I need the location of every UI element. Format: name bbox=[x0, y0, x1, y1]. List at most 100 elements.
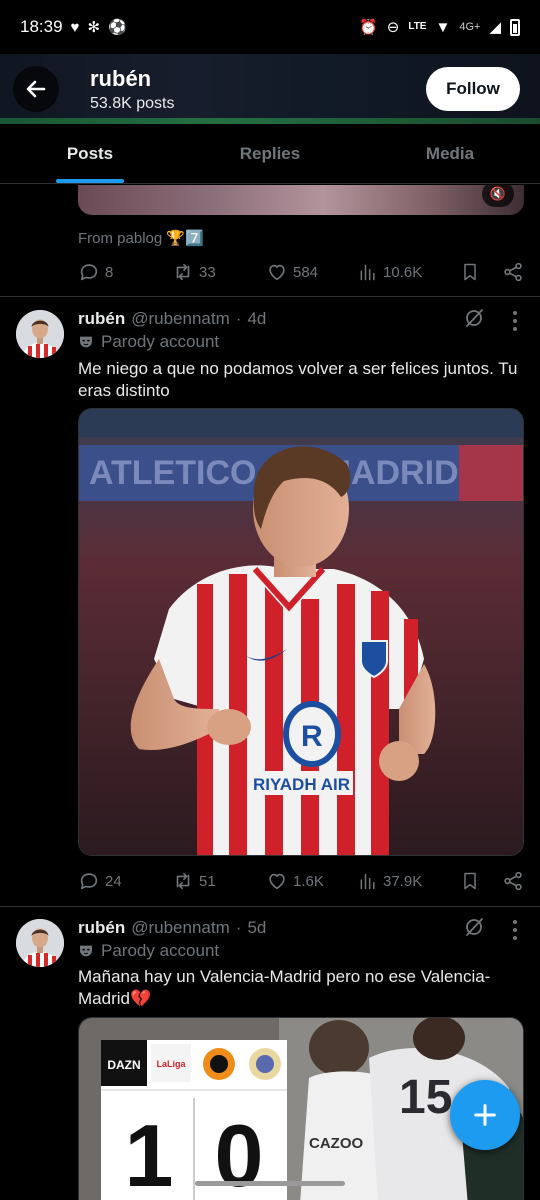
more-options-icon[interactable] bbox=[512, 920, 518, 940]
post-header: rubén @rubennatm · 4d bbox=[78, 309, 266, 329]
share-icon bbox=[504, 262, 522, 282]
home-score: 1 bbox=[125, 1106, 174, 1200]
posts-count: 53.8K posts bbox=[90, 95, 175, 112]
repost-count: 51 bbox=[199, 872, 216, 890]
repost-icon bbox=[176, 263, 190, 281]
avatar[interactable] bbox=[16, 310, 64, 358]
avatar[interactable] bbox=[16, 919, 64, 967]
views-button[interactable]: 37.9K bbox=[358, 871, 460, 891]
post-image[interactable]: ATLETICO DE MADRID R RIYADH AIR bbox=[78, 408, 524, 856]
follow-button[interactable]: Follow bbox=[426, 67, 520, 111]
wifi-icon: ▼ bbox=[435, 18, 451, 36]
reply-count: 24 bbox=[105, 872, 122, 890]
profile-name: rubén bbox=[90, 66, 152, 91]
signal-icon: ◢ bbox=[489, 18, 501, 36]
like-count: 584 bbox=[293, 263, 319, 281]
like-count: 1.6K bbox=[293, 872, 324, 890]
like-button[interactable]: 1.6K bbox=[266, 870, 358, 892]
alarm-icon: ⏰ bbox=[359, 18, 378, 36]
dazn-logo: DAZN bbox=[107, 1058, 140, 1072]
svg-text:R: R bbox=[301, 720, 323, 753]
post-time[interactable]: 5d bbox=[247, 918, 266, 938]
heart-outline-icon bbox=[269, 873, 285, 890]
pinwheel-icon: ✻ bbox=[87, 18, 101, 36]
share-icon bbox=[504, 871, 522, 891]
do-not-disturb-icon: ⊖ bbox=[386, 18, 400, 36]
reply-icon bbox=[80, 264, 98, 281]
plus-icon bbox=[474, 1104, 496, 1126]
share-button[interactable] bbox=[494, 870, 524, 892]
bookmark-icon bbox=[464, 872, 476, 890]
grok-icon[interactable] bbox=[462, 306, 486, 330]
heart-icon: ♥ bbox=[70, 18, 80, 36]
dot-separator: · bbox=[235, 918, 242, 937]
reply-button[interactable]: 24 bbox=[78, 870, 172, 892]
repost-icon bbox=[176, 872, 190, 890]
grok-icon[interactable] bbox=[462, 915, 486, 939]
gesture-home-bar[interactable] bbox=[195, 1181, 345, 1186]
reply-count: 8 bbox=[105, 263, 114, 281]
repost-button[interactable]: 33 bbox=[172, 261, 266, 283]
more-options-icon[interactable] bbox=[512, 311, 518, 331]
post-text[interactable]: Me niego a que no podamos volver a ser f… bbox=[78, 358, 524, 402]
analytics-icon bbox=[360, 264, 375, 281]
analytics-icon bbox=[360, 873, 375, 890]
parody-label: Parody account bbox=[101, 332, 220, 351]
shirt-number: 15 bbox=[399, 1071, 452, 1124]
like-button[interactable]: 584 bbox=[266, 261, 358, 283]
parody-badge: Parody account bbox=[78, 332, 219, 352]
tab-media[interactable]: Media bbox=[360, 124, 540, 183]
laliga-logo: LaLiga bbox=[156, 1059, 186, 1069]
network-type: 4G+ bbox=[459, 21, 481, 33]
video-thumbnail[interactable]: 🔇 bbox=[78, 185, 524, 215]
reply-button[interactable]: 8 bbox=[78, 261, 172, 283]
profile-header: rubén 53.8K posts Follow bbox=[0, 54, 540, 124]
tab-label: Media bbox=[425, 143, 475, 163]
mask-icon bbox=[80, 945, 92, 957]
parody-label: Parody account bbox=[101, 941, 220, 960]
tab-label: Replies bbox=[239, 143, 301, 163]
source-attribution[interactable]: From pablog 🏆7️⃣ bbox=[78, 229, 204, 247]
mask-icon bbox=[80, 336, 92, 348]
arrow-left-icon bbox=[26, 80, 46, 98]
post-header: rubén @rubennatm · 5d bbox=[78, 918, 266, 938]
soccer-ball-icon: ⚽ bbox=[108, 18, 127, 36]
timeline[interactable]: 🔇 From pablog 🏆7️⃣ 8 33 584 10.6K rubén … bbox=[0, 185, 540, 1200]
author-name[interactable]: rubén bbox=[78, 918, 125, 938]
repost-button[interactable]: 51 bbox=[172, 870, 266, 892]
back-button[interactable] bbox=[13, 66, 59, 112]
tab-posts[interactable]: Posts bbox=[0, 124, 180, 183]
post-time[interactable]: 4d bbox=[247, 309, 266, 329]
author-handle[interactable]: @rubennatm bbox=[131, 918, 230, 938]
profile-tabs: Posts Replies Media bbox=[0, 124, 540, 184]
parody-badge: Parody account bbox=[78, 941, 219, 961]
author-name[interactable]: rubén bbox=[78, 309, 125, 329]
reply-icon bbox=[80, 873, 98, 890]
post-actions: 24 51 1.6K 37.9K bbox=[78, 868, 524, 894]
heart-outline-icon bbox=[269, 264, 285, 281]
views-button[interactable]: 10.6K bbox=[358, 262, 460, 282]
view-count: 37.9K bbox=[383, 872, 423, 890]
sponsor-text: RIYADH AIR bbox=[253, 775, 350, 794]
share-button[interactable] bbox=[494, 261, 524, 283]
status-bar: 18:39 ♥ ✻ ⚽ ⏰ ⊖ LTE ▼ 4G+ ◢ bbox=[0, 0, 540, 54]
compose-post-button[interactable] bbox=[450, 1080, 520, 1150]
author-handle[interactable]: @rubennatm bbox=[131, 309, 230, 329]
bookmark-button[interactable] bbox=[460, 261, 494, 283]
tab-replies[interactable]: Replies bbox=[180, 124, 360, 183]
repost-count: 33 bbox=[199, 263, 216, 281]
post-divider bbox=[0, 296, 540, 297]
mute-icon[interactable]: 🔇 bbox=[482, 185, 514, 207]
bookmark-icon bbox=[464, 263, 476, 281]
tab-label: Posts bbox=[66, 143, 114, 163]
post-text[interactable]: Mañana hay un Valencia-Madrid pero no es… bbox=[78, 966, 524, 1010]
shirt-sponsor: CAZOO bbox=[309, 1135, 363, 1152]
bookmark-button[interactable] bbox=[460, 870, 494, 892]
status-time: 18:39 bbox=[20, 17, 63, 36]
post-divider bbox=[0, 906, 540, 907]
volte-icon: LTE bbox=[408, 21, 427, 32]
dot-separator: · bbox=[235, 309, 242, 328]
battery-icon bbox=[510, 18, 520, 36]
post-actions: 8 33 584 10.6K bbox=[78, 259, 524, 285]
active-tab-indicator bbox=[56, 179, 124, 183]
